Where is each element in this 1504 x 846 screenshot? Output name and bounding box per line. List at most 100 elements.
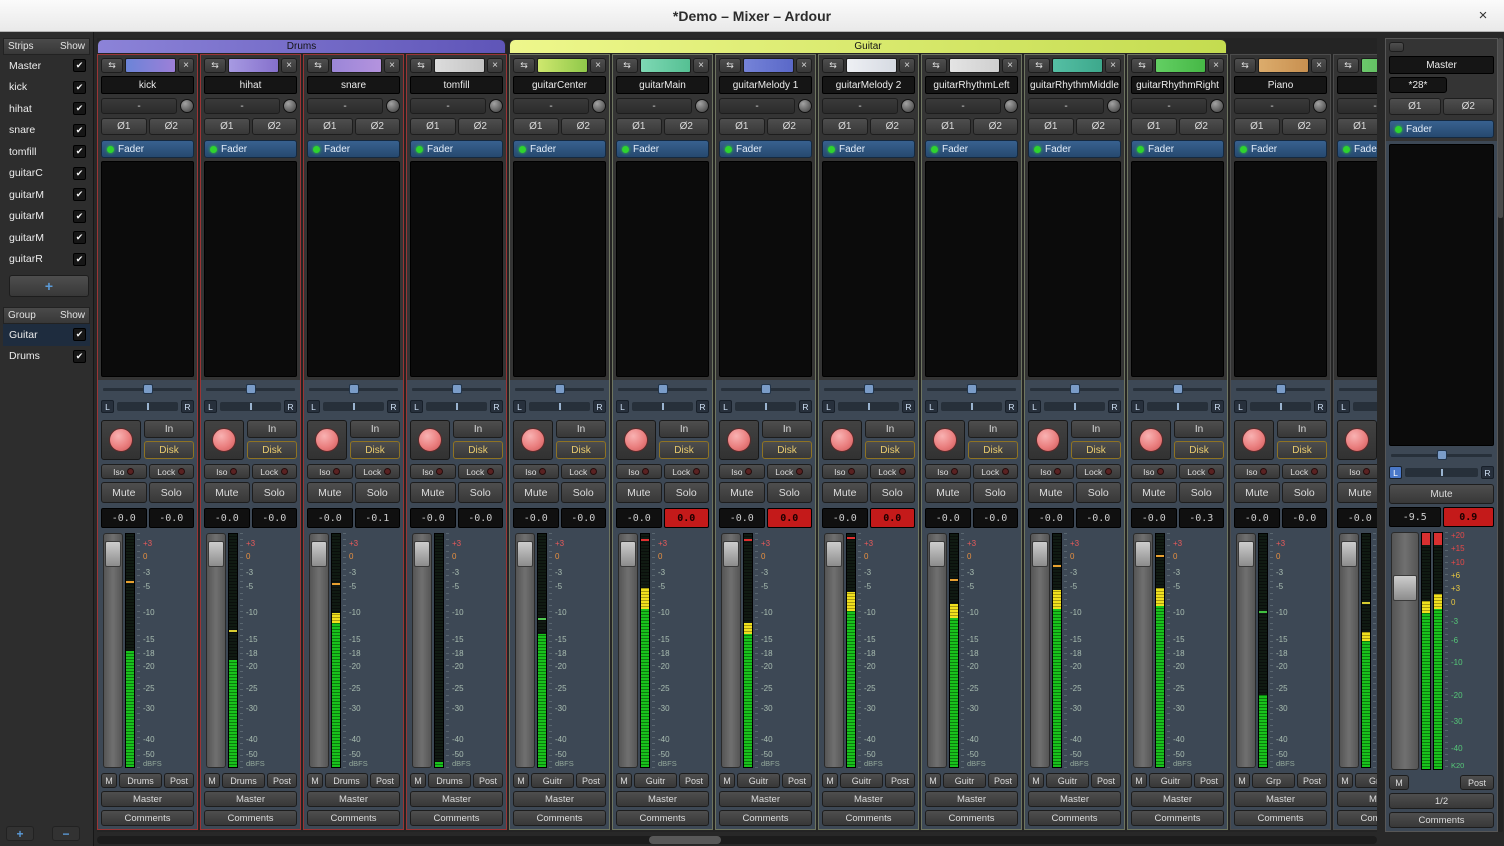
strip-color-bar[interactable]	[331, 58, 382, 73]
remove-group-button[interactable]: −	[52, 826, 80, 841]
solo-isolate-button[interactable]: Iso	[1131, 464, 1177, 479]
input-button[interactable]: -	[822, 98, 898, 114]
pan-slider[interactable]	[941, 402, 1002, 411]
fader-slider[interactable]	[309, 533, 329, 768]
solo-isolate-button[interactable]: Iso	[925, 464, 971, 479]
meter-point-button[interactable]: Post	[576, 773, 606, 788]
gain-display[interactable]: -0.0	[1337, 508, 1377, 528]
processor-box[interactable]	[616, 161, 709, 377]
gain-display[interactable]: -0.0	[1234, 508, 1280, 528]
monitor-disk-button[interactable]: Disk	[1174, 441, 1224, 459]
fader-handle[interactable]	[826, 541, 842, 567]
master-input-button[interactable]: *28*	[1389, 77, 1447, 93]
master-width-handle[interactable]	[1437, 450, 1447, 460]
mute-button[interactable]: Mute	[101, 482, 147, 503]
group-tab-guitar[interactable]: Guitar	[509, 39, 1227, 53]
pan-slider[interactable]	[1250, 402, 1311, 411]
width-slider-handle[interactable]	[1070, 384, 1080, 394]
width-slider-handle[interactable]	[452, 384, 462, 394]
width-slider-handle[interactable]	[143, 384, 153, 394]
strip-close-button[interactable]: ×	[384, 58, 400, 73]
sidebar-strip-row[interactable]: kick✔	[3, 77, 90, 99]
record-arm-button[interactable]	[204, 420, 244, 460]
mute-button[interactable]: Mute	[1131, 482, 1177, 503]
group-button[interactable]: Grp	[1355, 773, 1377, 788]
group-button[interactable]: Guitr	[531, 773, 574, 788]
metering-m-button[interactable]: M	[1131, 773, 1147, 788]
gain-display[interactable]: -0.0	[925, 508, 971, 528]
fader-processor-button[interactable]: Fader	[101, 140, 194, 158]
solo-lock-button[interactable]: Lock	[664, 464, 710, 479]
monitor-disk-button[interactable]: Disk	[453, 441, 503, 459]
phase-invert-2-button[interactable]: Ø2	[664, 118, 710, 135]
metering-m-button[interactable]: M	[719, 773, 735, 788]
comments-button[interactable]: Comments	[616, 810, 709, 826]
strip-shrink-button[interactable]: ⇆	[1131, 58, 1153, 73]
strip-name-button[interactable]: guitarMain	[616, 76, 709, 94]
solo-isolate-button[interactable]: Iso	[410, 464, 456, 479]
processor-box[interactable]	[719, 161, 812, 377]
width-slider-handle[interactable]	[967, 384, 977, 394]
width-slider[interactable]	[719, 383, 812, 395]
strip-shrink-button[interactable]: ⇆	[204, 58, 226, 73]
master-corner-button[interactable]	[1389, 42, 1404, 52]
vertical-scrollbar-thumb[interactable]	[1498, 38, 1503, 218]
fader-slider[interactable]	[1030, 533, 1050, 768]
monitor-input-button[interactable]: In	[762, 420, 812, 438]
monitor-input-button[interactable]: In	[659, 420, 709, 438]
strip-visible-checkbox[interactable]: ✔	[73, 145, 86, 158]
trim-knob[interactable]	[901, 99, 915, 113]
master-width-slider[interactable]	[1389, 449, 1494, 461]
comments-button[interactable]: Comments	[719, 810, 812, 826]
phase-invert-1-button[interactable]: Ø1	[1028, 118, 1074, 135]
comments-button[interactable]: Comments	[925, 810, 1018, 826]
phase-invert-2-button[interactable]: Ø2	[1076, 118, 1122, 135]
strip-name-button[interactable]: guitarCenter	[513, 76, 606, 94]
group-button[interactable]: Guitr	[1046, 773, 1089, 788]
input-button[interactable]: -	[1131, 98, 1207, 114]
strip-color-bar[interactable]	[949, 58, 1000, 73]
input-button[interactable]: -	[1337, 98, 1377, 114]
mute-button[interactable]: Mute	[204, 482, 250, 503]
fader-slider[interactable]	[927, 533, 947, 768]
strip-shrink-button[interactable]: ⇆	[410, 58, 432, 73]
fader-slider[interactable]	[618, 533, 638, 768]
strip-visible-checkbox[interactable]: ✔	[73, 59, 86, 72]
strip-close-button[interactable]: ×	[590, 58, 606, 73]
solo-button[interactable]: Solo	[870, 482, 916, 503]
trim-knob[interactable]	[1210, 99, 1224, 113]
width-slider[interactable]	[822, 383, 915, 395]
meter-point-button[interactable]: Post	[1091, 773, 1121, 788]
gain-display[interactable]: -0.0	[1131, 508, 1177, 528]
group-button[interactable]: Guitr	[634, 773, 677, 788]
strip-visible-checkbox[interactable]: ✔	[73, 102, 86, 115]
master-peak-display[interactable]: 0.9	[1443, 507, 1495, 527]
trim-knob[interactable]	[592, 99, 606, 113]
comments-button[interactable]: Comments	[1028, 810, 1121, 826]
monitor-disk-button[interactable]: Disk	[1071, 441, 1121, 459]
fader-processor-button[interactable]: Fader	[822, 140, 915, 158]
solo-isolate-button[interactable]: Iso	[1234, 464, 1280, 479]
strip-visible-checkbox[interactable]: ✔	[73, 210, 86, 223]
strip-color-bar[interactable]	[228, 58, 279, 73]
phase-invert-2-button[interactable]: Ø2	[1179, 118, 1225, 135]
monitor-input-button[interactable]: In	[144, 420, 194, 438]
fader-processor-button[interactable]: Fader	[307, 140, 400, 158]
solo-lock-button[interactable]: Lock	[149, 464, 195, 479]
output-button[interactable]: Master	[616, 791, 709, 807]
fader-slider[interactable]	[1339, 533, 1359, 768]
mute-button[interactable]: Mute	[1337, 482, 1377, 503]
fader-handle[interactable]	[620, 541, 636, 567]
pan-slider[interactable]	[1353, 402, 1377, 411]
peak-display[interactable]: -0.0	[458, 508, 504, 528]
phase-invert-1-button[interactable]: Ø1	[616, 118, 662, 135]
trim-knob[interactable]	[1107, 99, 1121, 113]
meter-point-button[interactable]: Post	[164, 773, 194, 788]
group-visible-checkbox[interactable]: ✔	[73, 328, 86, 341]
metering-m-button[interactable]: M	[1028, 773, 1044, 788]
phase-invert-2-button[interactable]: Ø2	[973, 118, 1019, 135]
solo-button[interactable]: Solo	[458, 482, 504, 503]
width-slider[interactable]	[616, 383, 709, 395]
output-button[interactable]: Master	[1028, 791, 1121, 807]
solo-button[interactable]: Solo	[1179, 482, 1225, 503]
